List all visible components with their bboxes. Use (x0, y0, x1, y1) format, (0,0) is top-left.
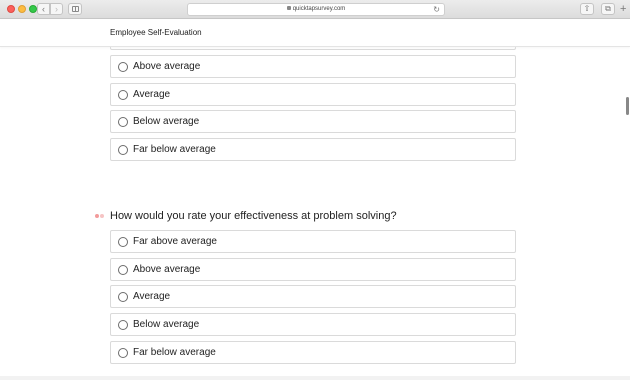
q2-option-far-above-average[interactable]: Far above average (110, 230, 516, 253)
option-label: Far below average (133, 347, 216, 358)
radio-button[interactable] (118, 117, 128, 127)
q2-option-far-below-average[interactable]: Far below average (110, 341, 516, 364)
lock-icon (286, 6, 291, 10)
share-icon[interactable]: ⇧ (580, 3, 594, 15)
page-title: Employee Self-Evaluation (110, 28, 202, 37)
option-label: Below average (133, 116, 200, 127)
option-label: Far above average (133, 236, 217, 247)
sidebar-icon (72, 6, 79, 12)
q1-option-far-below-average[interactable]: Far below average (110, 138, 516, 161)
q1-option-above-average[interactable]: Above average (110, 55, 516, 78)
address-bar[interactable]: quicktapsurvey.com ↻ (187, 3, 445, 16)
radio-button[interactable] (118, 320, 128, 330)
radio-button[interactable] (118, 237, 128, 247)
option-label: Average (133, 291, 171, 302)
close-window-button[interactable] (7, 5, 15, 13)
required-marker (95, 214, 105, 218)
url-text: quicktapsurvey.com (292, 6, 346, 12)
option-label: Above average (133, 264, 201, 275)
sidebar-toggle-button[interactable] (68, 3, 82, 15)
q2-option-below-average[interactable]: Below average (110, 313, 516, 336)
plus-icon[interactable]: + (620, 2, 626, 16)
radio-button[interactable] (118, 145, 128, 155)
zoom-window-button[interactable] (29, 5, 37, 13)
option-label: Below average (133, 319, 200, 330)
tabs-icon[interactable]: ⧉ (601, 3, 615, 15)
bottom-strip (0, 376, 630, 380)
option-label: Far below average (133, 144, 216, 155)
q2-option-average[interactable]: Average (110, 285, 516, 308)
radio-button[interactable] (118, 292, 128, 302)
option-label: Average (133, 89, 171, 100)
scrollbar-thumb[interactable] (626, 97, 629, 115)
option-cutoff (110, 47, 516, 50)
q1-option-below-average[interactable]: Below average (110, 110, 516, 133)
chevron-left-icon[interactable]: ‹ (37, 3, 50, 15)
reload-icon[interactable]: ↻ (433, 4, 440, 15)
chevron-right-icon[interactable]: › (50, 3, 63, 15)
browser-toolbar: ‹ › quicktapsurvey.com ↻ ⇧ ⧉ + (0, 0, 630, 19)
required-dot (95, 214, 99, 218)
page-header: Employee Self-Evaluation (0, 20, 630, 47)
radio-button[interactable] (118, 348, 128, 358)
minimize-window-button[interactable] (18, 5, 26, 13)
radio-button[interactable] (118, 265, 128, 275)
required-dot (100, 214, 104, 218)
radio-button[interactable] (118, 90, 128, 100)
q2-option-above-average[interactable]: Above average (110, 258, 516, 281)
q1-option-average[interactable]: Average (110, 83, 516, 106)
option-label: Above average (133, 61, 201, 72)
radio-button[interactable] (118, 62, 128, 72)
question-title: How would you rate your effectiveness at… (110, 210, 397, 222)
